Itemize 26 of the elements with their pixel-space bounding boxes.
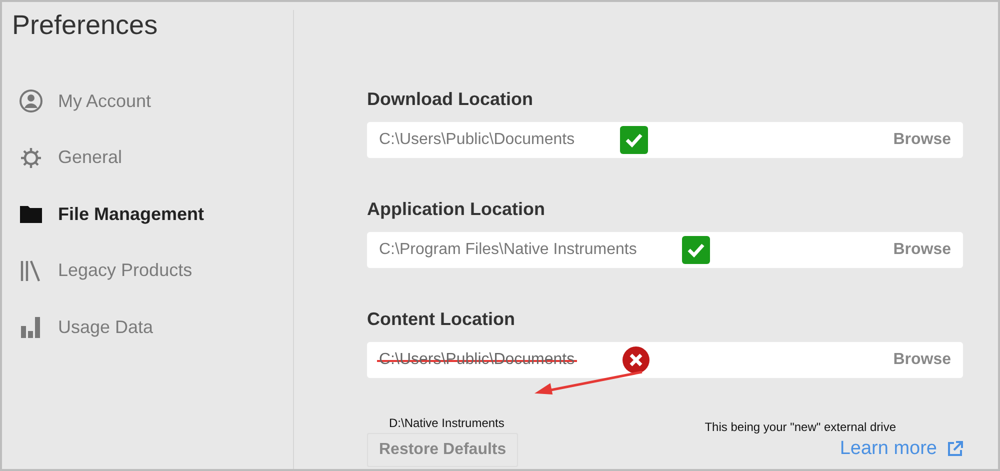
annotation-text: D:\Native Instruments bbox=[389, 416, 504, 432]
sidebar-item[interactable]: My Account bbox=[58, 90, 152, 112]
library-icon bbox=[20, 260, 42, 282]
section-heading: Content Location bbox=[367, 308, 516, 331]
annotation-text: This being your "new" external drive bbox=[704, 420, 896, 433]
window-title: Preferences bbox=[12, 10, 159, 40]
restore-defaults-button[interactable]: Restore Defaults bbox=[367, 433, 518, 467]
browse-button[interactable]: Browse bbox=[893, 241, 951, 259]
path-value: C:\Program Files\Native Instruments bbox=[379, 241, 637, 259]
section-heading: Download Location bbox=[367, 88, 534, 111]
account-icon bbox=[19, 89, 43, 114]
settings-icon bbox=[19, 146, 43, 170]
browse-button[interactable]: Browse bbox=[893, 351, 951, 369]
path-field[interactable]: C:\Program Files\Native Instruments Browse bbox=[367, 232, 963, 268]
sidebar-item[interactable]: Legacy Products bbox=[58, 260, 192, 282]
bar-chart-icon bbox=[20, 316, 42, 338]
sidebar-item[interactable]: Usage Data bbox=[58, 316, 154, 338]
section-heading: Application Location bbox=[367, 198, 546, 221]
path-field[interactable]: C:\Users\Public\Documents Browse bbox=[367, 122, 963, 158]
external-link-icon bbox=[947, 441, 963, 457]
folder-icon bbox=[20, 205, 42, 224]
sidebar-item[interactable]: General bbox=[58, 147, 122, 168]
learn-more-link[interactable]: Learn more bbox=[840, 438, 963, 460]
path-value: C:\Users\Public\Documents bbox=[379, 131, 575, 149]
sidebar-item[interactable]: File Management bbox=[58, 204, 204, 225]
browse-button[interactable]: Browse bbox=[893, 131, 951, 149]
